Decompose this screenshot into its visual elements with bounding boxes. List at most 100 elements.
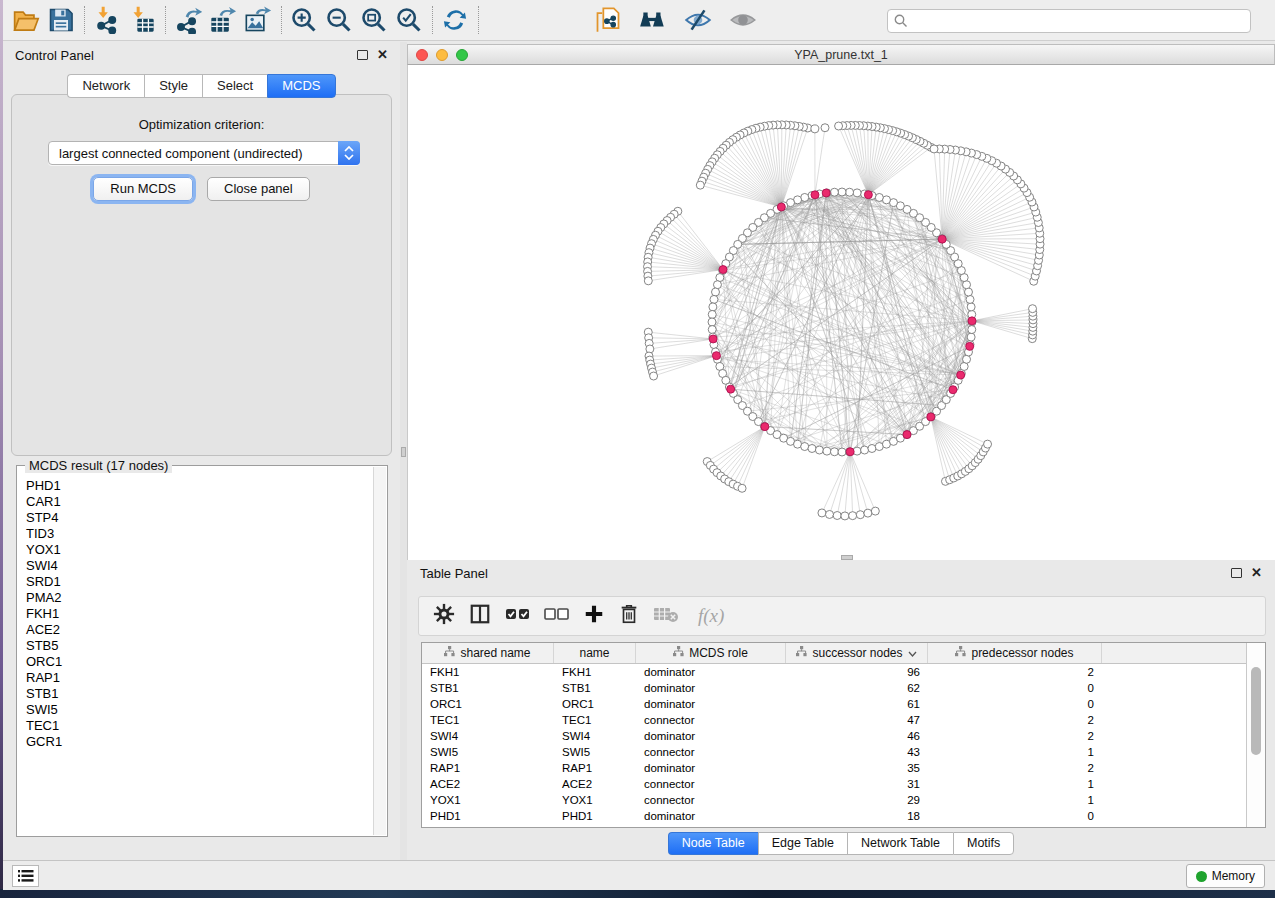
cell-successor-nodes[interactable]: 43	[786, 746, 928, 758]
cell-predecessor-nodes[interactable]: 2	[928, 730, 1102, 742]
cell-shared-name[interactable]: RAP1	[422, 762, 554, 774]
search-network-icon[interactable]	[636, 4, 669, 36]
mcds-result-item[interactable]: TEC1	[26, 718, 373, 734]
table-row[interactable]: ACE2ACE2connector311	[422, 776, 1246, 792]
mcds-result-item[interactable]: ACE2	[26, 622, 373, 638]
zoom-in-icon[interactable]	[287, 4, 320, 36]
mcds-result-item[interactable]: ORC1	[26, 654, 373, 670]
table-scrollbar-thumb[interactable]	[1251, 667, 1261, 755]
mcds-result-scrollbar[interactable]	[373, 467, 386, 835]
close-panel-button[interactable]: Close panel	[207, 177, 310, 201]
table-row[interactable]: RAP1RAP1dominator352	[422, 760, 1246, 776]
cell-successor-nodes[interactable]: 96	[786, 666, 928, 678]
mcds-result-item[interactable]: STB1	[26, 686, 373, 702]
cell-name[interactable]: YOX1	[554, 794, 636, 806]
cell-name[interactable]: FKH1	[554, 666, 636, 678]
hide-selected-icon[interactable]	[681, 4, 714, 36]
cell-MCDS-role[interactable]: dominator	[636, 666, 786, 678]
cell-shared-name[interactable]: STB1	[422, 682, 554, 694]
mcds-result-list[interactable]: PHD1CAR1STP4TID3YOX1SWI4SRD1PMA2FKH1ACE2…	[18, 478, 373, 835]
run-mcds-button[interactable]: Run MCDS	[93, 177, 193, 201]
table-row[interactable]: TEC1TEC1connector472	[422, 712, 1246, 728]
cell-successor-nodes[interactable]: 47	[786, 714, 928, 726]
cell-predecessor-nodes[interactable]: 1	[928, 794, 1102, 806]
export-table-icon[interactable]	[206, 4, 239, 36]
mcds-result-item[interactable]: TID3	[26, 526, 373, 542]
show-all-icon[interactable]	[726, 4, 759, 36]
save-session-icon[interactable]	[44, 4, 77, 36]
cell-successor-nodes[interactable]: 61	[786, 698, 928, 710]
cell-shared-name[interactable]: SWI5	[422, 746, 554, 758]
table-row[interactable]: YOX1YOX1connector291	[422, 792, 1246, 808]
tab-select[interactable]: Select	[202, 74, 267, 98]
tab-style[interactable]: Style	[144, 74, 202, 98]
table-row[interactable]: SWI5SWI5connector431	[422, 744, 1246, 760]
table-row[interactable]: PHD1PHD1dominator180	[422, 808, 1246, 824]
cell-name[interactable]: RAP1	[554, 762, 636, 774]
zoom-selected-icon[interactable]	[392, 4, 425, 36]
column-header-name[interactable]: name	[554, 643, 636, 663]
mcds-result-item[interactable]: SWI4	[26, 558, 373, 574]
cell-predecessor-nodes[interactable]: 0	[928, 810, 1102, 822]
mcds-result-item[interactable]: FKH1	[26, 606, 373, 622]
cell-MCDS-role[interactable]: dominator	[636, 730, 786, 742]
deselect-all-check-icon[interactable]	[544, 603, 570, 629]
import-network-icon[interactable]	[90, 4, 123, 36]
column-menu-chevron-icon[interactable]	[908, 646, 917, 660]
cell-successor-nodes[interactable]: 31	[786, 778, 928, 790]
tab-mcds[interactable]: MCDS	[267, 74, 335, 98]
cell-MCDS-role[interactable]: connector	[636, 746, 786, 758]
cell-predecessor-nodes[interactable]: 1	[928, 746, 1102, 758]
delete-column-icon[interactable]	[618, 603, 640, 629]
cell-name[interactable]: PHD1	[554, 810, 636, 822]
add-column-icon[interactable]	[583, 603, 605, 629]
cell-successor-nodes[interactable]: 62	[786, 682, 928, 694]
cell-MCDS-role[interactable]: dominator	[636, 762, 786, 774]
cell-successor-nodes[interactable]: 29	[786, 794, 928, 806]
cell-name[interactable]: TEC1	[554, 714, 636, 726]
search-input[interactable]	[909, 14, 1250, 28]
zoom-out-icon[interactable]	[322, 4, 355, 36]
cell-shared-name[interactable]: FKH1	[422, 666, 554, 678]
cell-successor-nodes[interactable]: 46	[786, 730, 928, 742]
delete-table-icon[interactable]	[653, 603, 679, 629]
float-table-panel-icon[interactable]	[1231, 568, 1242, 578]
import-table-icon[interactable]	[125, 4, 158, 36]
cell-shared-name[interactable]: YOX1	[422, 794, 554, 806]
memory-button[interactable]: Memory	[1186, 864, 1265, 888]
cell-predecessor-nodes[interactable]: 0	[928, 698, 1102, 710]
cell-successor-nodes[interactable]: 35	[786, 762, 928, 774]
tab-network[interactable]: Network	[67, 74, 144, 98]
function-builder-icon[interactable]: f(x)	[698, 605, 724, 627]
export-image-icon[interactable]	[241, 4, 274, 36]
cell-predecessor-nodes[interactable]: 2	[928, 714, 1102, 726]
select-all-check-icon[interactable]	[505, 603, 531, 629]
column-header-successor-nodes[interactable]: successor nodes	[786, 643, 928, 663]
network-snapshot-icon[interactable]	[591, 4, 624, 36]
cell-shared-name[interactable]: SWI4	[422, 730, 554, 742]
close-table-panel-icon[interactable]: ✕	[1251, 568, 1262, 578]
export-network-icon[interactable]	[171, 4, 204, 36]
optimization-criterion-select[interactable]: largest connected component (undirected)	[48, 141, 360, 165]
network-canvas[interactable]	[407, 65, 1275, 560]
cell-predecessor-nodes[interactable]: 2	[928, 666, 1102, 678]
mcds-result-item[interactable]: GCR1	[26, 734, 373, 750]
cell-name[interactable]: ACE2	[554, 778, 636, 790]
table-row[interactable]: SWI4SWI4dominator462	[422, 728, 1246, 744]
tab-motifs[interactable]: Motifs	[953, 832, 1014, 855]
cell-name[interactable]: ORC1	[554, 698, 636, 710]
column-header-shared-name[interactable]: shared name	[422, 643, 554, 663]
cell-shared-name[interactable]: ORC1	[422, 698, 554, 710]
tab-network-table[interactable]: Network Table	[847, 832, 953, 855]
search-field[interactable]	[887, 9, 1251, 33]
cell-MCDS-role[interactable]: dominator	[636, 810, 786, 822]
cell-shared-name[interactable]: TEC1	[422, 714, 554, 726]
mcds-result-item[interactable]: RAP1	[26, 670, 373, 686]
cell-MCDS-role[interactable]: connector	[636, 714, 786, 726]
table-row[interactable]: FKH1FKH1dominator962	[422, 664, 1246, 680]
mcds-result-item[interactable]: PMA2	[26, 590, 373, 606]
mcds-result-item[interactable]: PHD1	[26, 478, 373, 494]
cell-MCDS-role[interactable]: connector	[636, 794, 786, 806]
mcds-result-item[interactable]: STB5	[26, 638, 373, 654]
close-panel-icon[interactable]: ✕	[377, 50, 388, 60]
